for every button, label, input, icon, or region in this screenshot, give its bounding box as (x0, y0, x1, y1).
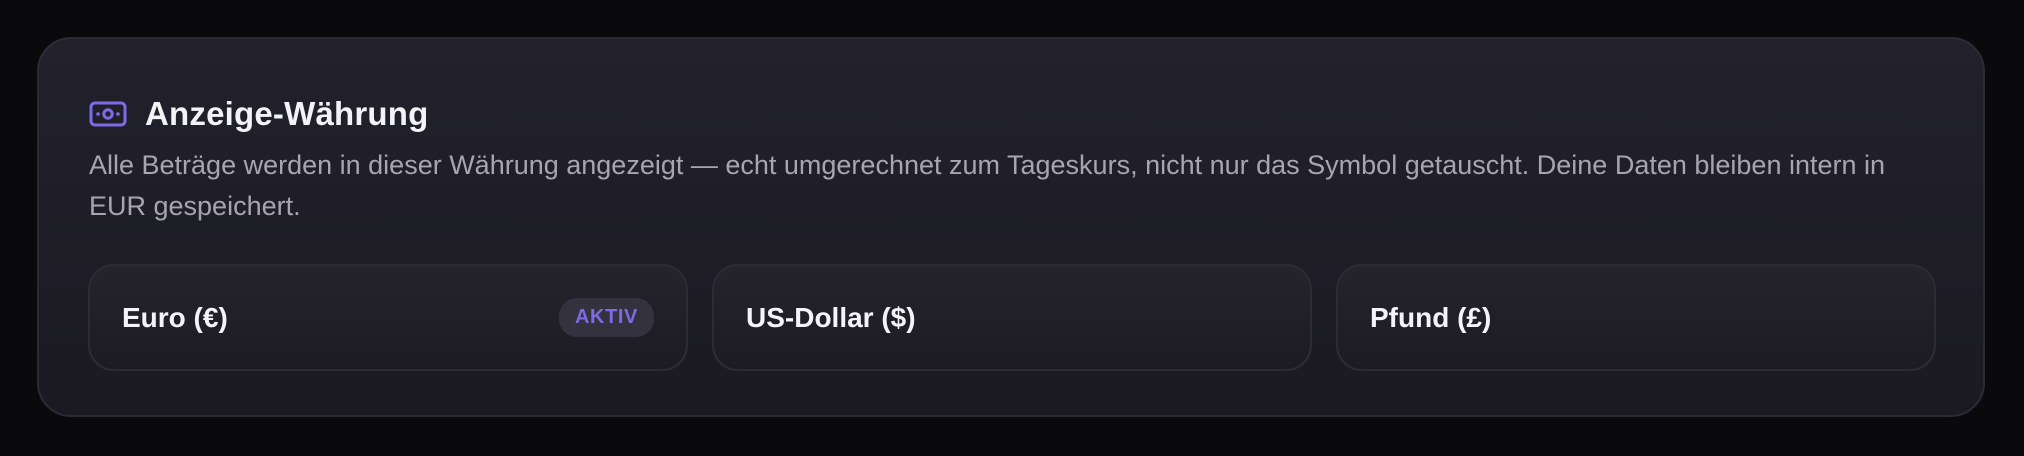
active-badge: AKTIV (559, 298, 654, 337)
currency-settings-card: Anzeige-Währung Alle Beträge werden in d… (37, 37, 1985, 417)
currency-options: Euro (€) AKTIV US-Dollar ($) Pfund (£) (88, 264, 1936, 371)
currency-option-label: Pfund (£) (1370, 301, 1492, 333)
currency-option-us-dollar[interactable]: US-Dollar ($) (712, 264, 1312, 371)
banknote-icon (89, 101, 127, 127)
currency-option-euro[interactable]: Euro (€) AKTIV (88, 264, 688, 371)
section-description: Alle Beträge werden in dieser Währung an… (89, 150, 1886, 221)
section-header: Anzeige-Währung (89, 95, 428, 133)
currency-option-label: US-Dollar ($) (746, 301, 916, 333)
section-title: Anzeige-Währung (145, 95, 429, 132)
currency-option-pound[interactable]: Pfund (£) (1336, 264, 1936, 371)
currency-option-label: Euro (€) (122, 301, 228, 333)
